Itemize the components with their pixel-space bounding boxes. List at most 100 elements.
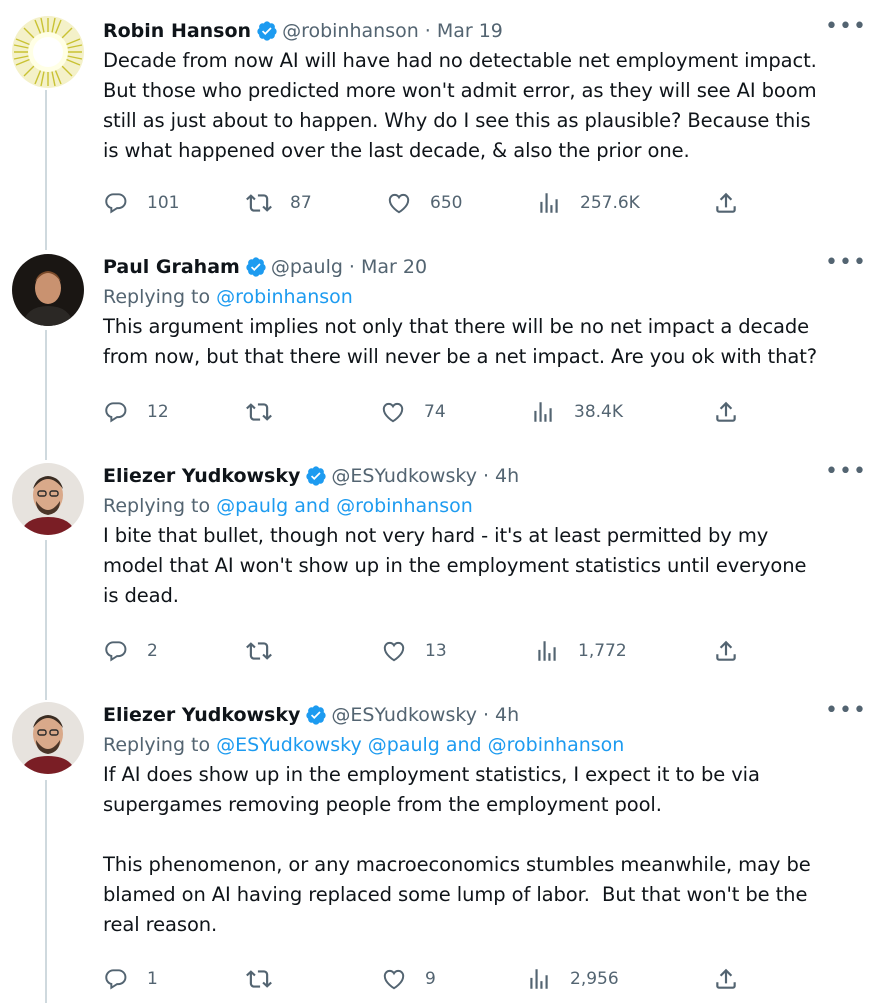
retweet-icon: [246, 403, 272, 421]
share-button[interactable]: [713, 964, 739, 994]
author-handle[interactable]: @ESYudkowsky: [331, 704, 477, 726]
replying-to: Replying to @paulg and @robinhanson: [103, 491, 863, 521]
avatar[interactable]: [12, 702, 84, 774]
heart-icon: [388, 193, 410, 214]
share-icon: [716, 640, 736, 661]
verified-badge-icon: [306, 466, 327, 486]
sun-burst-avatar-icon: [12, 16, 84, 88]
thread-connector-line: [45, 90, 47, 250]
tweet-date[interactable]: Mar 19: [437, 20, 503, 42]
retweet-button[interactable]: [246, 964, 290, 994]
tweet-text: This argument implies not only that ther…: [103, 315, 818, 368]
like-count: 9: [425, 969, 436, 989]
avatar[interactable]: [12, 16, 84, 88]
reply-button[interactable]: 1: [103, 964, 158, 994]
mention-link[interactable]: @ESYudkowsky @paulg and @robinhanson: [216, 734, 624, 756]
tweet-text: If AI does show up in the employment sta…: [103, 763, 811, 936]
share-icon: [716, 968, 736, 989]
retweet-button[interactable]: 87: [246, 188, 312, 218]
portrait-avatar-icon: [12, 702, 84, 774]
author-name[interactable]: Robin Hanson: [103, 20, 251, 42]
tweet-text: Decade from now AI will have had no dete…: [103, 49, 817, 162]
views-chart-icon: [538, 641, 556, 661]
share-button[interactable]: [713, 188, 739, 218]
more-options-icon[interactable]: •••: [825, 700, 866, 726]
reply-icon: [105, 193, 127, 214]
reply-icon: [105, 402, 127, 423]
view-count: 1,772: [578, 641, 627, 661]
reply-count: 12: [147, 402, 169, 422]
more-options-icon[interactable]: •••: [825, 252, 866, 278]
tweet-actions: 2 13 1,772: [103, 636, 863, 666]
mention-link[interactable]: @robinhanson: [216, 286, 353, 308]
author-handle[interactable]: @ESYudkowsky: [331, 465, 477, 487]
more-options-icon[interactable]: •••: [825, 16, 866, 42]
retweet-button[interactable]: [246, 397, 290, 427]
tweet-text: I bite that bullet, though not very hard…: [103, 524, 807, 607]
like-button[interactable]: 9: [381, 964, 436, 994]
replying-to: Replying to @ESYudkowsky @paulg and @rob…: [103, 730, 863, 760]
tweet-date[interactable]: 4h: [495, 704, 519, 726]
reply-count: 1: [147, 969, 158, 989]
views-button[interactable]: 2,956: [526, 964, 619, 994]
author-handle[interactable]: @paulg: [271, 256, 343, 278]
views-button[interactable]: 1,772: [534, 636, 627, 666]
tweet-date[interactable]: 4h: [495, 465, 519, 487]
separator-dot: ·: [482, 465, 489, 487]
like-button[interactable]: 74: [380, 397, 446, 427]
reply-icon: [105, 641, 127, 662]
verified-badge-icon: [246, 257, 266, 277]
reply-button[interactable]: 101: [103, 188, 179, 218]
tweet-header: Paul Graham @paulg · Mar 20: [103, 252, 863, 282]
avatar[interactable]: [12, 463, 84, 535]
verified-badge-icon: [306, 705, 327, 725]
like-button[interactable]: 13: [381, 636, 447, 666]
thread-connector-line: [45, 330, 47, 460]
heart-icon: [383, 969, 405, 990]
more-options-icon[interactable]: •••: [825, 461, 866, 487]
replying-to-label: Replying to: [103, 734, 217, 756]
heart-icon: [382, 402, 404, 423]
views-chart-icon: [534, 402, 552, 422]
author-name[interactable]: Paul Graham: [103, 256, 240, 278]
tweet-header: Robin Hanson @robinhanson · Mar 19: [103, 16, 863, 46]
replying-to-label: Replying to: [103, 286, 217, 308]
thread-connector-line: [45, 780, 47, 1003]
tweet-body: Eliezer Yudkowsky @ESYudkowsky · 4h ••• …: [103, 700, 866, 990]
retweet-icon: [246, 194, 272, 212]
tweet-header: Eliezer Yudkowsky @ESYudkowsky · 4h: [103, 461, 863, 491]
avatar[interactable]: [12, 254, 84, 326]
like-button[interactable]: 650: [386, 188, 462, 218]
views-button[interactable]: 257.6K: [536, 188, 640, 218]
reply-button[interactable]: 2: [103, 636, 158, 666]
reply-count: 2: [147, 641, 158, 661]
tweet-body: Paul Graham @paulg · Mar 20 ••• Replying…: [103, 252, 866, 423]
like-count: 74: [424, 402, 446, 422]
view-count: 2,956: [570, 969, 619, 989]
separator-dot: ·: [348, 256, 355, 278]
mention-link[interactable]: @paulg and @robinhanson: [216, 495, 473, 517]
tweet-body: Eliezer Yudkowsky @ESYudkowsky · 4h ••• …: [103, 461, 866, 662]
share-button[interactable]: [713, 636, 739, 666]
author-name[interactable]: Eliezer Yudkowsky: [103, 704, 300, 726]
reply-icon: [105, 969, 127, 990]
separator-dot: ·: [482, 704, 489, 726]
reply-button[interactable]: 12: [103, 397, 169, 427]
share-button[interactable]: [713, 397, 739, 427]
tweet-header: Eliezer Yudkowsky @ESYudkowsky · 4h: [103, 700, 863, 730]
share-icon: [716, 192, 736, 213]
view-count: 38.4K: [574, 402, 623, 422]
heart-icon: [383, 641, 405, 662]
tweet-actions: 1 9 2,956: [103, 964, 863, 994]
like-count: 13: [425, 641, 447, 661]
views-button[interactable]: 38.4K: [530, 397, 623, 427]
retweet-count: 87: [290, 193, 312, 213]
retweet-button[interactable]: [246, 636, 290, 666]
retweet-icon: [246, 642, 272, 660]
tweet-date[interactable]: Mar 20: [361, 256, 427, 278]
like-count: 650: [430, 193, 463, 213]
portrait-avatar-icon: [12, 254, 84, 326]
thread-connector-line: [45, 540, 47, 700]
author-handle[interactable]: @robinhanson: [282, 20, 419, 42]
author-name[interactable]: Eliezer Yudkowsky: [103, 465, 300, 487]
